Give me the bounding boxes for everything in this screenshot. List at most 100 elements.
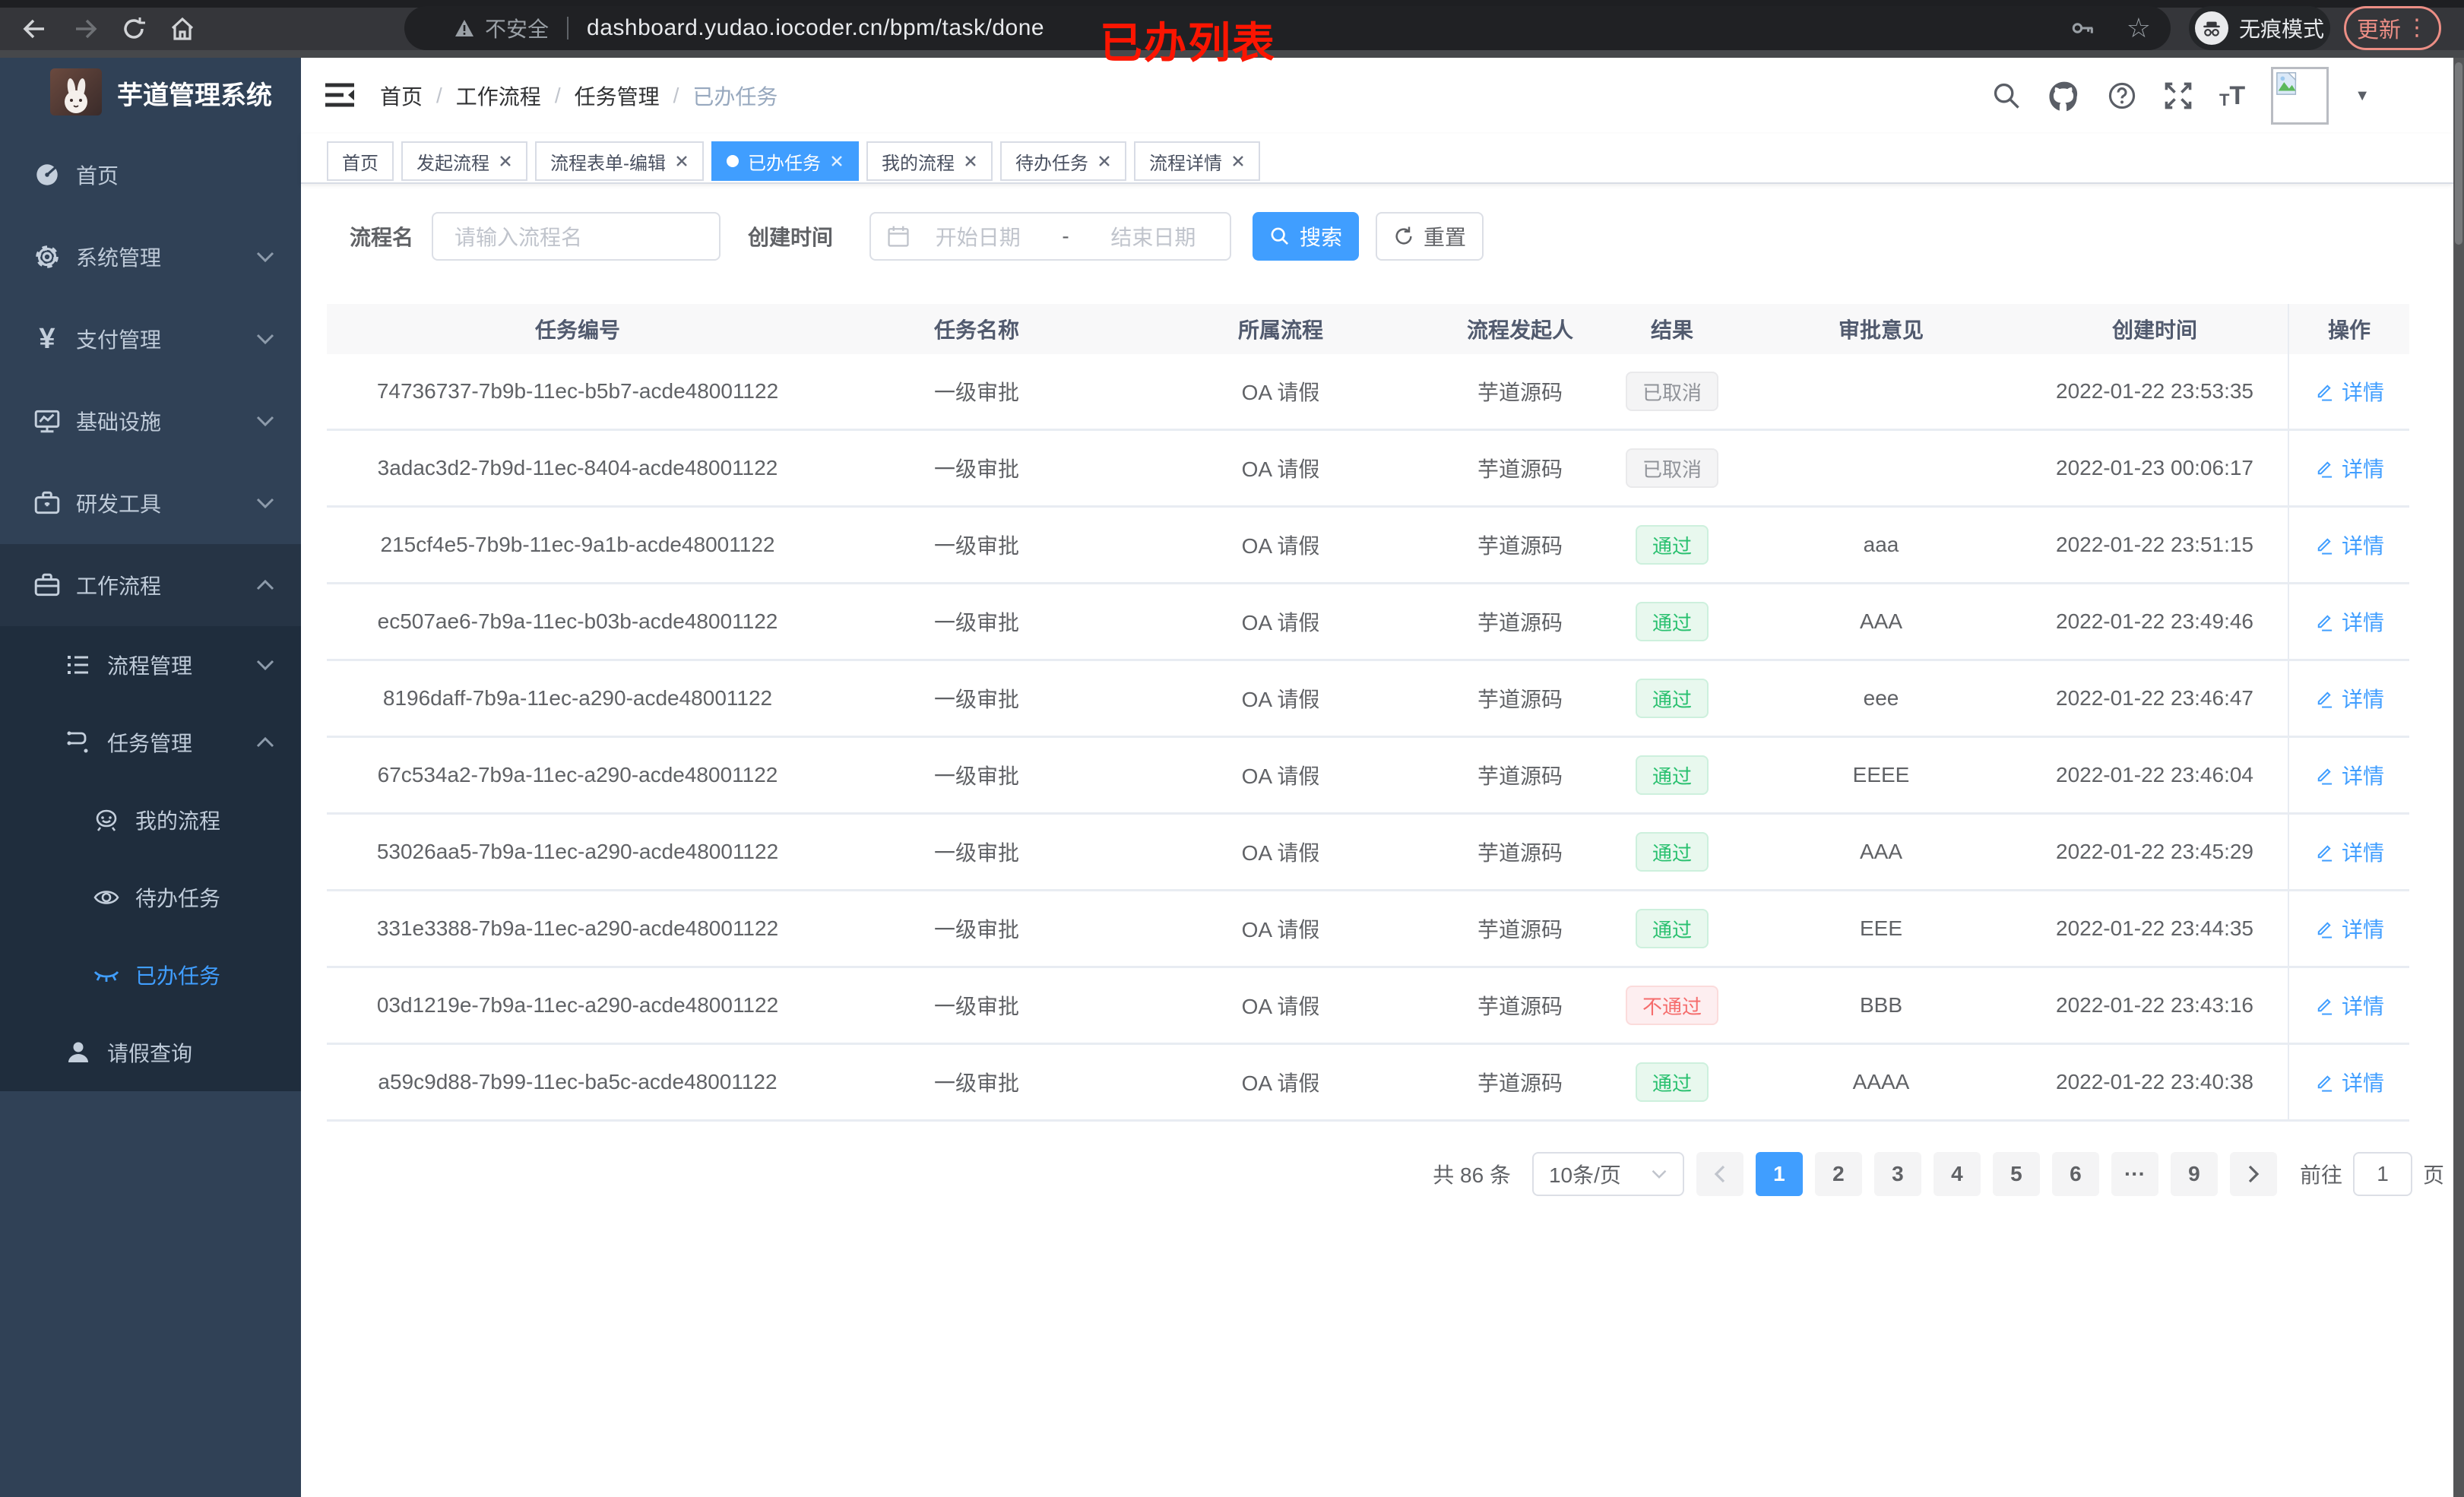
page-button[interactable]: ··· xyxy=(2111,1152,2158,1196)
key-icon[interactable] xyxy=(2070,15,2096,41)
face-icon xyxy=(90,806,123,834)
security-status[interactable]: 不安全 xyxy=(454,13,549,43)
page-button[interactable]: 4 xyxy=(1933,1152,1981,1196)
page-button[interactable]: 3 xyxy=(1873,1152,1921,1196)
help-icon[interactable] xyxy=(2107,81,2137,111)
breadcrumb-separator: / xyxy=(673,84,679,107)
detail-button[interactable]: 详情 xyxy=(2314,376,2384,407)
page-button[interactable]: 2 xyxy=(1814,1152,1862,1196)
browser-reload-button[interactable] xyxy=(116,11,152,47)
breadcrumb-workflow[interactable]: 工作流程 xyxy=(456,81,541,111)
task-name-cell: 一级审批 xyxy=(933,764,1019,788)
starter-cell: 芋道源码 xyxy=(1477,995,1563,1018)
close-icon[interactable] xyxy=(499,154,512,168)
avatar-caret-icon[interactable]: ▼ xyxy=(2355,87,2370,105)
page-button[interactable]: 6 xyxy=(2051,1152,2099,1196)
detail-button[interactable]: 详情 xyxy=(2314,1067,2384,1097)
detail-button[interactable]: 详情 xyxy=(2314,606,2384,637)
sidebar-logo-row[interactable]: 芋道管理系统 xyxy=(0,67,301,125)
sidebar-toggle-button[interactable] xyxy=(322,78,359,114)
page-button[interactable]: 9 xyxy=(2170,1152,2218,1196)
browser-home-button[interactable] xyxy=(164,11,201,47)
goto-page-input[interactable]: 1 xyxy=(2352,1152,2412,1196)
search-icon[interactable] xyxy=(1991,81,2022,111)
tab[interactable]: 发起流程 xyxy=(401,141,527,181)
close-icon[interactable] xyxy=(964,154,977,168)
detail-button[interactable]: 详情 xyxy=(2314,453,2384,483)
close-icon[interactable] xyxy=(675,154,689,168)
page-button[interactable]: 5 xyxy=(1992,1152,2040,1196)
tab[interactable]: 流程表单-编辑 xyxy=(535,141,704,181)
sidebar-item-my-process[interactable]: 我的流程 xyxy=(0,781,301,859)
task-name-cell: 一级审批 xyxy=(933,918,1019,942)
browser-back-button[interactable] xyxy=(17,11,53,47)
process-cell: OA 请假 xyxy=(1241,534,1320,558)
detail-button[interactable]: 详情 xyxy=(2314,990,2384,1021)
detail-button[interactable]: 详情 xyxy=(2314,913,2384,944)
sidebar-item-home[interactable]: 首页 xyxy=(0,134,301,216)
detail-button[interactable]: 详情 xyxy=(2314,683,2384,714)
browser-forward-button[interactable] xyxy=(67,11,103,47)
breadcrumb-home[interactable]: 首页 xyxy=(380,81,423,111)
detail-button[interactable]: 详情 xyxy=(2314,530,2384,560)
result-tag: 通过 xyxy=(1635,602,1709,641)
sidebar-item-todo-tasks[interactable]: 待办任务 xyxy=(0,859,301,936)
detail-button[interactable]: 详情 xyxy=(2314,760,2384,790)
date-range-picker[interactable]: 开始日期 - 结束日期 xyxy=(869,212,1232,261)
close-icon[interactable] xyxy=(1097,154,1111,168)
create-time-label: 创建时间 xyxy=(748,226,834,249)
starter-cell: 芋道源码 xyxy=(1477,764,1563,788)
sidebar-item-leave-query[interactable]: 请假查询 xyxy=(0,1014,301,1091)
sidebar-item-infrastructure[interactable]: 基础设施 xyxy=(0,380,301,462)
toolbox-icon xyxy=(30,489,64,517)
next-page-button[interactable] xyxy=(2229,1152,2277,1196)
process-name-label: 流程名 xyxy=(350,226,414,249)
breadcrumb-task-mgmt[interactable]: 任务管理 xyxy=(575,81,660,111)
scrollbar-thumb[interactable] xyxy=(2455,62,2462,245)
tab[interactable]: 流程详情 xyxy=(1134,141,1260,181)
sidebar-item-devtools[interactable]: 研发工具 xyxy=(0,462,301,544)
browser-menu-icon[interactable]: ⋮ xyxy=(2405,17,2428,40)
result-tag: 通过 xyxy=(1635,832,1709,872)
actions-cell: 详情 xyxy=(2288,584,2409,659)
font-size-icon[interactable]: TT xyxy=(2219,83,2245,109)
page-size-select[interactable]: 10条/页 xyxy=(1531,1152,1684,1196)
fullscreen-icon[interactable] xyxy=(2163,81,2193,111)
browser-update-button[interactable]: 更新 ⋮ xyxy=(2344,6,2441,50)
search-button[interactable]: 搜索 xyxy=(1253,212,1360,261)
tab[interactable]: 首页 xyxy=(327,141,394,181)
prev-page-button[interactable] xyxy=(1696,1152,1743,1196)
sidebar-item-system[interactable]: 系统管理 xyxy=(0,216,301,298)
chevron-up-icon xyxy=(255,579,275,591)
page-number: 3 xyxy=(1892,1162,1904,1185)
sidebar-item-process-mgmt[interactable]: 流程管理 xyxy=(0,626,301,704)
github-icon[interactable] xyxy=(2048,80,2081,112)
breadcrumb-separator: / xyxy=(554,84,561,107)
chevron-down-icon xyxy=(255,659,275,671)
avatar[interactable] xyxy=(2271,67,2329,125)
column-header: 任务名称 xyxy=(933,318,1019,342)
task-id-cell: 331e3388-7b9a-11ec-a290-acde48001122 xyxy=(376,916,779,940)
process-name-input[interactable]: 请输入流程名 xyxy=(432,212,721,261)
tab[interactable]: 待办任务 xyxy=(1000,141,1126,181)
page-number: ··· xyxy=(2124,1162,2146,1185)
sidebar-item-payment[interactable]: ¥ 支付管理 xyxy=(0,298,301,380)
tab[interactable]: 我的流程 xyxy=(866,141,993,181)
task-id-cell: 53026aa5-7b9a-11ec-a290-acde48001122 xyxy=(376,840,779,863)
sidebar-item-workflow[interactable]: 工作流程 xyxy=(0,544,301,626)
close-icon[interactable] xyxy=(830,154,844,168)
sidebar-item-task-mgmt[interactable]: 任务管理 xyxy=(0,704,301,781)
chevron-left-icon xyxy=(1714,1165,1725,1183)
close-icon[interactable] xyxy=(1231,154,1245,168)
sidebar-item-done-tasks[interactable]: 已办任务 xyxy=(0,936,301,1014)
page-button[interactable]: 1 xyxy=(1755,1152,1803,1196)
chevron-down-icon xyxy=(255,251,275,263)
detail-button[interactable]: 详情 xyxy=(2314,837,2384,867)
reset-button[interactable]: 重置 xyxy=(1376,212,1484,261)
browser-scrollbar[interactable] xyxy=(2453,58,2464,1497)
bookmark-star-icon[interactable]: ☆ xyxy=(2127,14,2151,42)
incognito-icon xyxy=(2195,11,2228,45)
end-date-placeholder: 结束日期 xyxy=(1110,226,1196,249)
address-bar[interactable]: 不安全 dashboard.yudao.iocoder.cn/bpm/task/… xyxy=(404,6,2171,50)
tab[interactable]: 已办任务 xyxy=(711,141,859,181)
